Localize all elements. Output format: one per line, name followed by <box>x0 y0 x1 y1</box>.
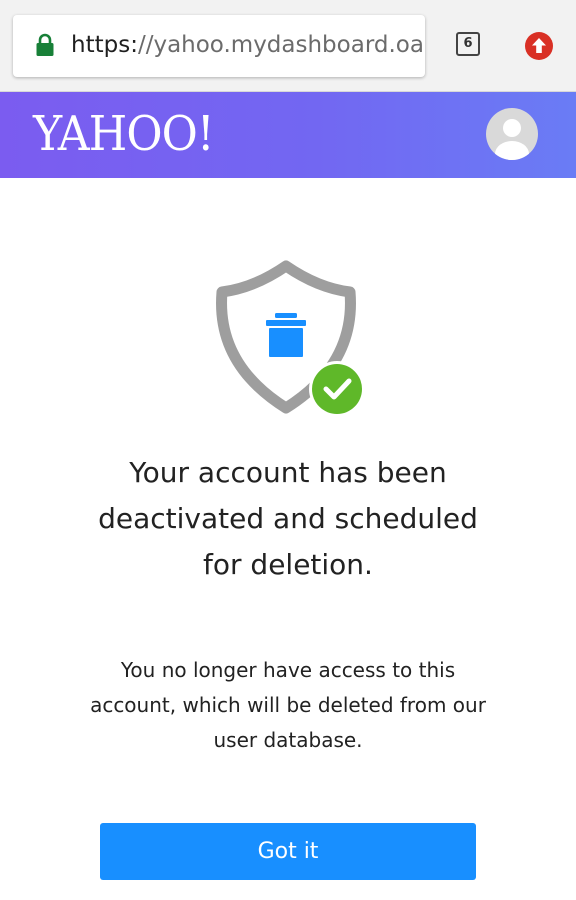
message-line: account, which will be deleted from our <box>90 693 486 717</box>
title-line: Your account has been <box>129 456 447 489</box>
url-host: //yahoo.mydashboard.oath.com <box>137 32 423 58</box>
message-line: You no longer have access to this <box>120 658 456 682</box>
title-line: for deletion. <box>203 548 373 581</box>
shield-illustration <box>216 260 365 417</box>
address-bar[interactable]: https://yahoo.mydashboard.oath.com <box>13 15 425 77</box>
update-arrow-icon[interactable] <box>525 32 553 60</box>
yahoo-header: YAHOO! <box>0 92 576 178</box>
title-line: deactivated and scheduled <box>98 502 478 535</box>
checkmark-icon <box>309 361 365 417</box>
user-avatar-icon[interactable] <box>486 108 538 160</box>
message-line: user database. <box>213 728 363 752</box>
browser-toolbar: https://yahoo.mydashboard.oath.com 6 <box>0 0 576 92</box>
tab-switcher-button[interactable]: 6 <box>456 32 480 56</box>
yahoo-logo[interactable]: YAHOO! <box>33 104 215 164</box>
got-it-button[interactable]: Got it <box>100 823 476 880</box>
url-scheme: https: <box>71 32 138 58</box>
deletion-message: You no longer have access to this accoun… <box>60 653 516 758</box>
page-title: Your account has been deactivated and sc… <box>40 450 536 588</box>
url-text[interactable]: https://yahoo.mydashboard.oath.com <box>71 29 423 61</box>
lock-icon <box>36 33 54 56</box>
